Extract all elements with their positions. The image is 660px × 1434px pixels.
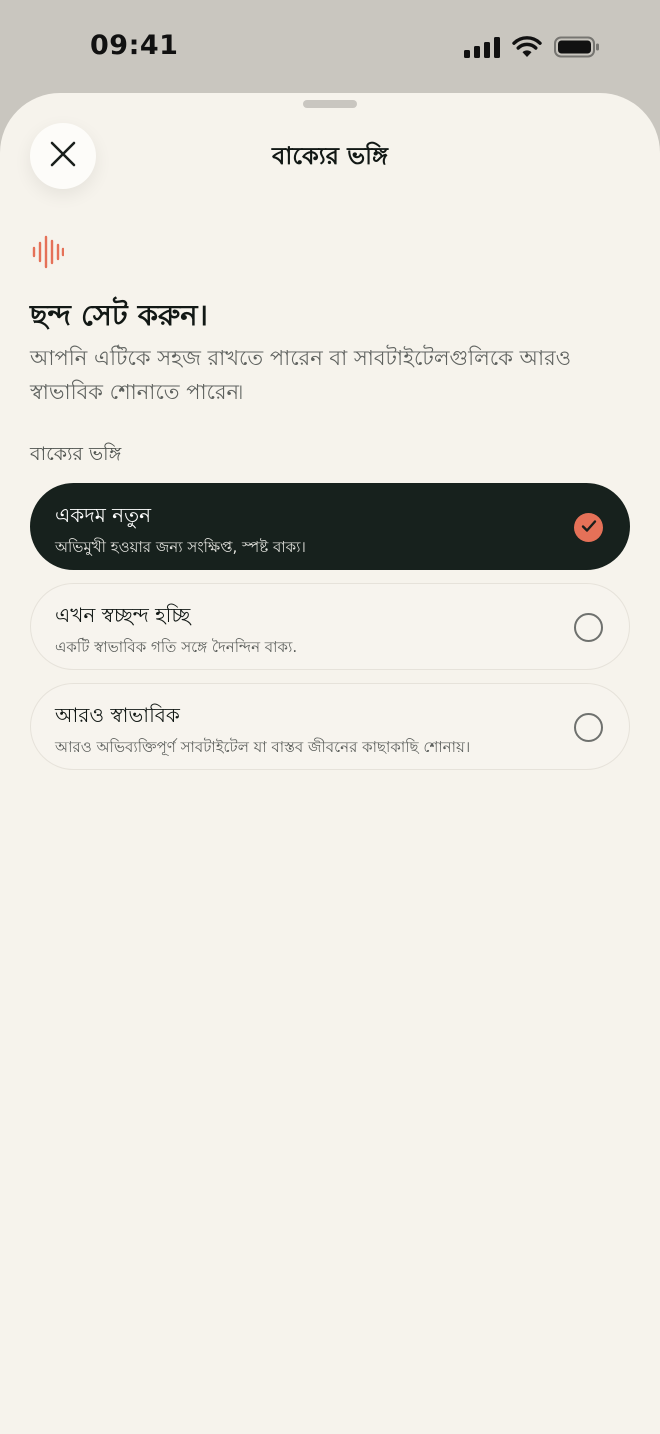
option-card-brand-new[interactable]: একদম নতুন অভিমুখী হওয়ার জন্য সংক্ষিপ্ত,… [30, 483, 630, 570]
option-title: একদম নতুন [55, 503, 152, 527]
bottom-sheet: বাক্যের ভঙ্গি ছন্দ সেট করুন। আপনি এটিকে … [0, 93, 660, 1434]
screen: 09:41 বাক্যের ভঙ্গি ছন্দ সেট করুন। আপনি … [0, 0, 660, 1434]
signal-icon [464, 36, 500, 58]
option-subtitle: আরও অভিব্যক্তিপূর্ণ সাবটাইটেল যা বাস্তব … [55, 738, 471, 756]
audio-wave-icon [32, 235, 65, 273]
option-subtitle: অভিমুখী হওয়ার জন্য সংক্ষিপ্ত, স্পষ্ট বা… [55, 538, 306, 556]
option-card-getting-comfortable[interactable]: এখন স্বচ্ছন্দ হচ্ছি একটি স্বাভাবিক গতি স… [30, 583, 630, 670]
option-title: আরও স্বাভাবিক [55, 703, 180, 727]
battery-icon [554, 36, 600, 58]
radio-unchecked[interactable] [574, 713, 603, 742]
option-title: এখন স্বচ্ছন্দ হচ্ছি [55, 603, 191, 627]
option-subtitle: একটি স্বাভাবিক গতি সঙ্গে দৈনন্দিন বাক্য. [55, 638, 298, 656]
intro-description: আপনি এটিকে সহজ রাখতে পারেন বা সাবটাইটেলগ… [30, 346, 572, 404]
radio-unchecked[interactable] [574, 613, 603, 642]
status-bar: 09:41 [0, 0, 660, 93]
section-label: বাক্যের ভঙ্গি [30, 443, 122, 465]
checkmark-icon [581, 518, 597, 537]
wifi-icon [512, 36, 542, 58]
option-card-more-natural[interactable]: আরও স্বাভাবিক আরও অভিব্যক্তিপূর্ণ সাবটাই… [30, 683, 630, 770]
status-time: 09:41 [90, 30, 179, 61]
sheet-title: বাক্যের ভঙ্গি [272, 142, 388, 170]
style-options: একদম নতুন অভিমুখী হওয়ার জন্য সংক্ষিপ্ত,… [30, 483, 630, 783]
intro-heading: ছন্দ সেট করুন। [30, 298, 208, 332]
radio-checked[interactable] [574, 513, 603, 542]
sheet-grabber[interactable] [303, 100, 357, 108]
status-icons [464, 36, 600, 58]
